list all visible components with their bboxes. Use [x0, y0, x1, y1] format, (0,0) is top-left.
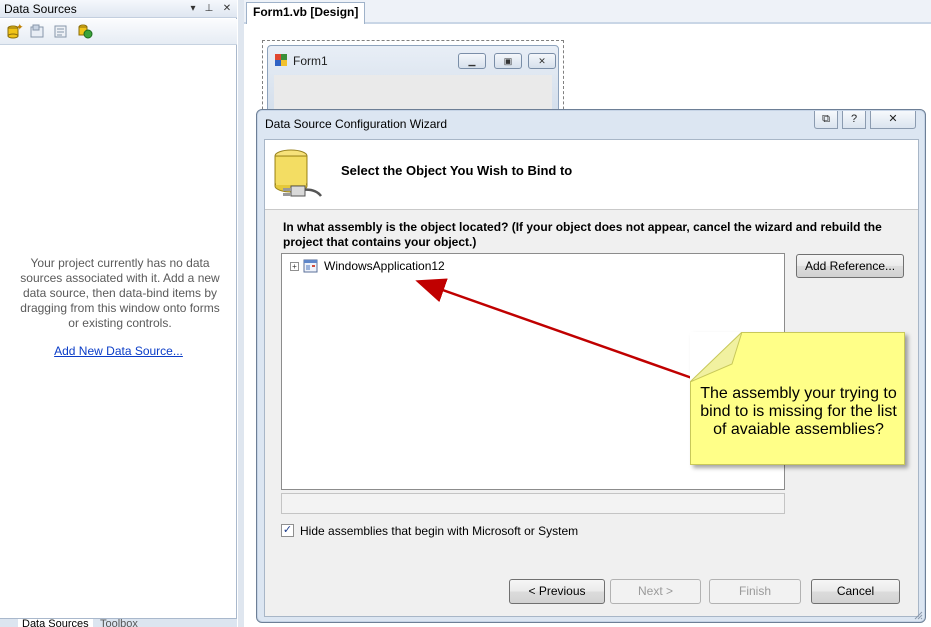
data-sources-toolbar: ✦ — [0, 19, 237, 45]
tab-toolbox[interactable]: Toolbox — [96, 619, 142, 627]
finish-button[interactable]: Finish — [709, 579, 801, 604]
form-icon — [275, 54, 287, 66]
add-new-data-source-link[interactable]: Add New Data Source... — [0, 344, 237, 358]
no-data-sources-message: Your project currently has no data sourc… — [20, 256, 220, 330]
tab-form1-design[interactable]: Form1.vb [Design] — [246, 2, 366, 24]
tree-item-label: WindowsApplication12 — [324, 259, 445, 273]
tree-expand-icon[interactable]: + — [290, 262, 299, 271]
edit-dataset-icon[interactable] — [29, 23, 47, 40]
cancel-button[interactable]: Cancel — [811, 579, 900, 604]
data-sources-header: Data Sources ▾ ⊥ ✕ — [0, 0, 237, 18]
wizard-banner: Select the Object You Wish to Bind to — [265, 140, 918, 210]
configure-dataset-icon[interactable] — [52, 23, 70, 40]
auto-hide-pin-icon[interactable]: ⊥ — [202, 1, 216, 16]
panel-menu-dropdown-icon[interactable]: ▾ — [186, 1, 200, 16]
form1-title: Form1 — [293, 54, 328, 68]
add-reference-button[interactable]: Add Reference... — [796, 254, 904, 278]
close-icon[interactable]: ✕ — [528, 53, 556, 69]
close-dialog-icon[interactable]: ✕ — [870, 111, 916, 129]
note-folded-corner-icon — [690, 332, 742, 382]
sticky-note-callout: The assembly your trying to bind to is m… — [690, 332, 905, 465]
assembly-description-box — [281, 493, 785, 514]
tab-data-sources[interactable]: Data Sources — [18, 619, 93, 627]
maximize-icon[interactable]: ▣ — [494, 53, 522, 69]
wizard-title: Data Source Configuration Wizard — [265, 117, 448, 131]
previous-button[interactable]: < Previous — [509, 579, 605, 604]
refresh-data-source-icon[interactable] — [76, 23, 94, 40]
svg-text:✦: ✦ — [16, 23, 23, 33]
document-tabstrip: Form1.vb [Design] — [244, 0, 931, 24]
restore-window-icon[interactable]: ⧉ — [814, 111, 838, 129]
hide-assemblies-checkbox[interactable]: ✓ — [281, 524, 294, 537]
panel-bottom-tabs: Data Sources Toolbox — [0, 618, 237, 627]
wizard-step-heading: Select the Object You Wish to Bind to — [341, 163, 573, 178]
database-connector-icon — [274, 149, 322, 197]
data-sources-title: Data Sources — [4, 2, 77, 16]
resize-grip-icon[interactable] — [913, 610, 923, 620]
assembly-question-text: In what assembly is the object located? … — [283, 220, 882, 249]
minimize-icon[interactable]: ▁ — [458, 53, 486, 69]
close-panel-icon[interactable]: ✕ — [220, 1, 234, 16]
hide-assemblies-label: Hide assemblies that begin with Microsof… — [300, 524, 579, 538]
data-sources-panel: Data Sources ▾ ⊥ ✕ ✦ Your project curren… — [0, 0, 237, 627]
next-button[interactable]: Next > — [610, 579, 701, 604]
help-icon[interactable]: ? — [842, 111, 866, 129]
add-data-source-icon[interactable]: ✦ — [5, 23, 23, 40]
assembly-project-icon — [303, 259, 318, 273]
callout-text: The assembly your trying to bind to is m… — [700, 385, 897, 438]
